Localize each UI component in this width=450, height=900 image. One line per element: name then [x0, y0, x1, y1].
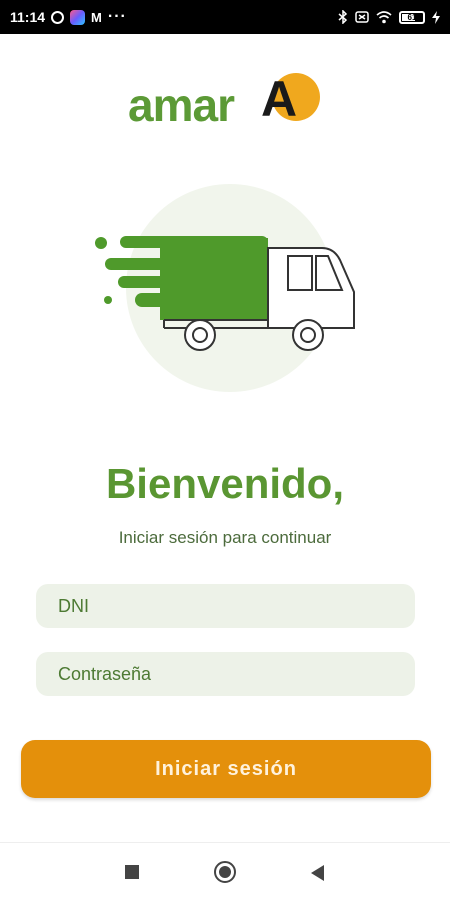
status-bar: 11:14 M ··· 61: [0, 0, 450, 34]
home-circle-icon[interactable]: [214, 861, 236, 883]
wifi-icon: [376, 10, 392, 23]
logo-accent-letter: A: [261, 71, 298, 127]
logo-wordmark: amar: [128, 79, 235, 131]
data-saver-icon: [51, 10, 65, 24]
bluetooth-icon: [338, 10, 348, 24]
app-notification-icon: [70, 9, 86, 25]
charging-icon: [432, 10, 440, 24]
login-button[interactable]: Iniciar sesión: [21, 740, 431, 798]
battery-level: 61: [407, 12, 417, 22]
app-logo: amar A: [0, 70, 450, 131]
more-notifications-icon: ···: [107, 8, 127, 25]
delivery-truck-icon: [95, 184, 355, 392]
status-time: 11:14: [10, 9, 46, 25]
recents-square-icon[interactable]: [125, 865, 139, 879]
back-triangle-icon[interactable]: [311, 865, 324, 881]
password-input[interactable]: Contraseña: [36, 652, 415, 696]
system-navigation-bar: [0, 842, 450, 900]
dni-input[interactable]: DNI: [36, 584, 415, 628]
welcome-title: Bienvenido,: [105, 460, 345, 507]
gmail-icon: M: [91, 9, 102, 25]
battery-icon: 61: [399, 10, 425, 24]
welcome-subtitle: Iniciar sesión para continuar: [118, 528, 332, 547]
mute-icon: [355, 11, 369, 23]
